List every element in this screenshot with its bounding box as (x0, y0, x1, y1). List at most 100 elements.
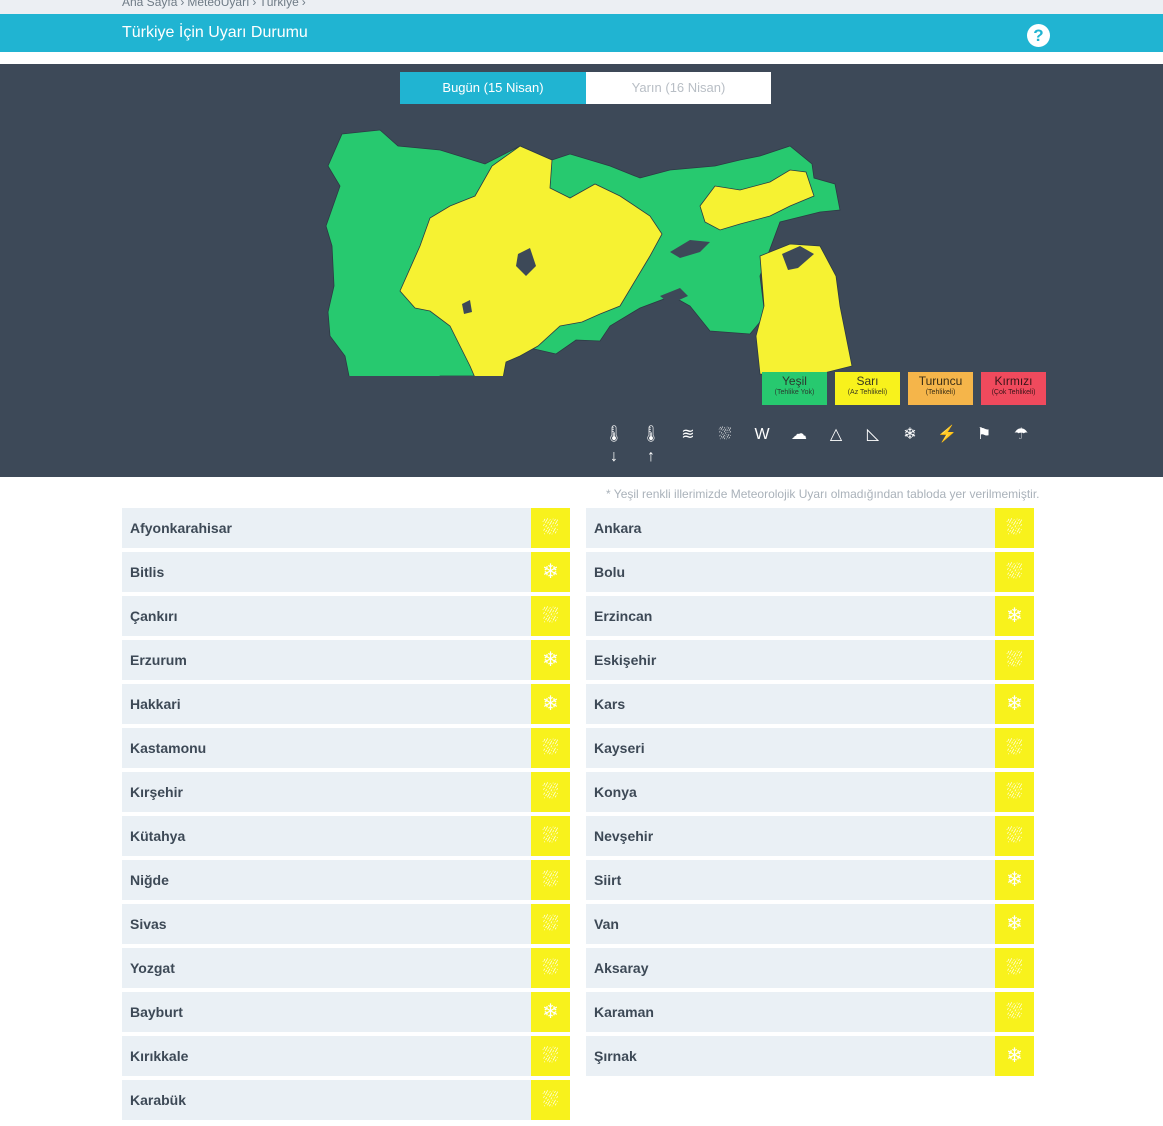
province-row[interactable]: Konya ⛆ (586, 772, 1034, 812)
snow-melt-icon[interactable]: ⛆ (531, 904, 570, 944)
snow-melt-icon[interactable]: ⛆ (531, 1080, 570, 1120)
breadcrumb-home[interactable]: Ana Sayfa (122, 0, 177, 9)
province-row[interactable]: Kırıkkale ⛆ (122, 1036, 570, 1076)
snow-icon[interactable]: ❄ (531, 992, 570, 1032)
province-row[interactable]: Kırşehir ⛆ (122, 772, 570, 812)
province-name: Kütahya (130, 828, 186, 844)
province-name: Nevşehir (594, 828, 654, 844)
snow-melt-icon[interactable]: ⛆ (995, 772, 1034, 812)
province-row[interactable]: Ankara ⛆ (586, 508, 1034, 548)
province-name: Hakkari (130, 696, 181, 712)
province-row[interactable]: Aksaray ⛆ (586, 948, 1034, 988)
snow-melt-icon[interactable]: ⛆ (995, 992, 1034, 1032)
province-row[interactable]: Siirt ❄ (586, 860, 1034, 900)
lightning-icon[interactable]: ⚡ (935, 424, 959, 446)
snow-icon[interactable]: ❄ (995, 596, 1034, 636)
province-row[interactable]: Van ❄ (586, 904, 1034, 944)
fog-icon[interactable]: ☁ (787, 424, 811, 446)
province-row[interactable]: Karaman ⛆ (586, 992, 1034, 1032)
snow-melt-icon[interactable]: ⛆ (995, 816, 1034, 856)
breadcrumb-turkiye[interactable]: Türkiye (259, 0, 298, 9)
snow-icon[interactable]: ❄ (531, 684, 570, 724)
province-row[interactable]: Kayseri ⛆ (586, 728, 1034, 768)
legend-green-label: Yeşil (782, 374, 807, 388)
province-row[interactable]: Kütahya ⛆ (122, 816, 570, 856)
tab-today[interactable]: Bugün (15 Nisan) (400, 72, 586, 104)
province-row[interactable]: Karabük ⛆ (122, 1080, 570, 1120)
province-row[interactable]: Bitlis ❄ (122, 552, 570, 592)
legend-red: Kırmızı (Çok Tehlikeli) (981, 372, 1046, 405)
snow-melt-icon[interactable]: ⛆ (531, 816, 570, 856)
windsock-icon[interactable]: ⚑ (972, 424, 996, 446)
province-name: Konya (594, 784, 637, 800)
spacer (0, 52, 1163, 64)
province-row[interactable]: Bolu ⛆ (586, 552, 1034, 592)
province-row[interactable]: Eskişehir ⛆ (586, 640, 1034, 680)
snow-melt-icon[interactable]: ⛆ (995, 728, 1034, 768)
snow-melt-icon[interactable]: ⛆ (995, 948, 1034, 988)
snow-melt-icon[interactable]: ⛆ (713, 424, 737, 446)
snow-icon[interactable]: ❄ (898, 424, 922, 446)
province-row[interactable]: Kastamonu ⛆ (122, 728, 570, 768)
note-text: * Yeşil renkli illerimizde Meteorolojik … (606, 487, 1040, 501)
province-name: Kars (594, 696, 626, 712)
legend-orange: Turuncu (Tehlikeli) (908, 372, 973, 405)
snow-icon[interactable]: ❄ (995, 860, 1034, 900)
snow-melt-icon[interactable]: ⛆ (531, 860, 570, 900)
snow-melt-icon[interactable]: ⛆ (995, 640, 1034, 680)
province-name: Karabük (130, 1092, 187, 1108)
province-name: Bitlis (130, 564, 165, 580)
legend-yellow-label: Sarı (856, 374, 879, 388)
legend-orange-label: Turuncu (918, 374, 963, 388)
province-name: Kayseri (594, 740, 645, 756)
province-row[interactable]: Bayburt ❄ (122, 992, 570, 1032)
snow-melt-icon[interactable]: ⛆ (531, 596, 570, 636)
province-row[interactable]: Çankırı ⛆ (122, 596, 570, 636)
cold-icon[interactable]: 🌡↓ (602, 424, 626, 465)
province-name: Şırnak (594, 1048, 637, 1064)
legend-yellow-sub: (Az Tehlikeli) (847, 389, 888, 396)
snow-melt-icon[interactable]: ⛆ (995, 552, 1034, 592)
snow-melt-icon[interactable]: ⛆ (531, 948, 570, 988)
province-row[interactable]: Sivas ⛆ (122, 904, 570, 944)
province-name: Karaman (594, 1004, 654, 1020)
snow-melt-icon[interactable]: ⛆ (531, 772, 570, 812)
snow-icon[interactable]: ❄ (531, 640, 570, 680)
province-row[interactable]: Erzurum ❄ (122, 640, 570, 680)
province-row[interactable]: Kars ❄ (586, 684, 1034, 724)
tab-tomorrow[interactable]: Yarın (16 Nisan) (586, 72, 771, 104)
snow-icon[interactable]: ❄ (531, 552, 570, 592)
wave-icon[interactable]: ≋ (676, 424, 700, 446)
province-name: Sivas (130, 916, 167, 932)
wind-icon[interactable]: W (750, 424, 774, 446)
legend-green: Yeşil (Tehlike Yok) (762, 372, 827, 405)
breadcrumb-meteouyari[interactable]: MeteoUyarı (187, 0, 249, 9)
heat-icon[interactable]: 🌡↑ (639, 424, 663, 465)
page-title: Türkiye İçin Uyarı Durumu (122, 24, 308, 41)
rain-icon[interactable]: ☂ (1009, 424, 1033, 446)
help-icon[interactable]: ? (1027, 24, 1050, 47)
snow-melt-icon[interactable]: ⛆ (995, 508, 1034, 548)
province-row[interactable]: Erzincan ❄ (586, 596, 1034, 636)
snow-icon[interactable]: ❄ (995, 684, 1034, 724)
legend-orange-sub: (Tehlikeli) (925, 389, 956, 396)
province-row[interactable]: Afyonkarahisar ⛆ (122, 508, 570, 548)
province-name: Çankırı (130, 608, 178, 624)
province-name: Yozgat (130, 960, 175, 976)
map-region-yellow-east[interactable] (755, 243, 853, 376)
province-row[interactable]: Niğde ⛆ (122, 860, 570, 900)
legend-red-label: Kırmızı (994, 374, 1033, 388)
landslide-icon[interactable]: ◺ (861, 424, 885, 446)
snow-melt-icon[interactable]: ⛆ (531, 508, 570, 548)
snow-melt-icon[interactable]: ⛆ (531, 1036, 570, 1076)
province-list-left: Afyonkarahisar ⛆ Bitlis ❄ Çankırı ⛆ Erzurum ❄ Ha… (122, 508, 570, 1124)
province-row[interactable]: Şırnak ❄ (586, 1036, 1034, 1076)
province-row[interactable]: Yozgat ⛆ (122, 948, 570, 988)
province-row[interactable]: Hakkari ❄ (122, 684, 570, 724)
snow-icon[interactable]: ❄ (995, 904, 1034, 944)
snow-icon[interactable]: ❄ (995, 1036, 1034, 1076)
province-name: Siirt (594, 872, 622, 888)
province-row[interactable]: Nevşehir ⛆ (586, 816, 1034, 856)
snow-melt-icon[interactable]: ⛆ (531, 728, 570, 768)
avalanche-icon[interactable]: △ (824, 424, 848, 446)
